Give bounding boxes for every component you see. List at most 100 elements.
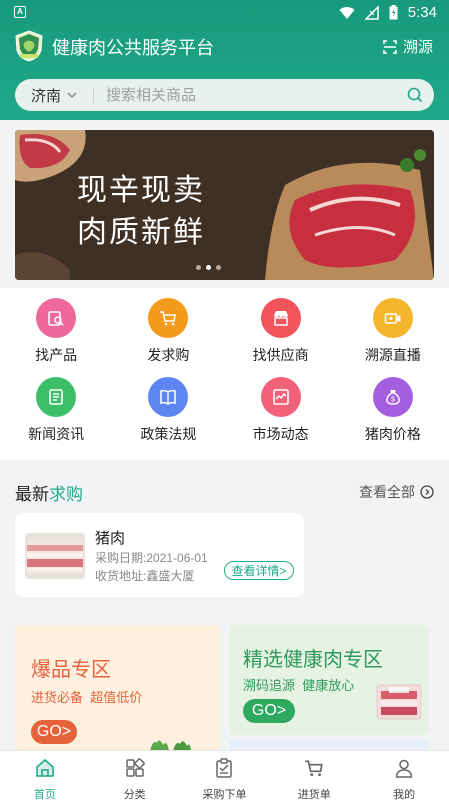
- search-bar: 济南: [15, 79, 434, 111]
- notification-icon: A: [14, 6, 26, 18]
- grid-item-label: 找供应商: [252, 347, 309, 363]
- battery-icon: [389, 5, 398, 20]
- hot-products-zone[interactable]: 爆品专区 进货必备 超值低价 GO>: [15, 625, 220, 750]
- trace-label: 溯源: [402, 39, 433, 56]
- supplier-store-icon: [260, 298, 301, 338]
- healthy-zone-title: 精选健康肉专区: [243, 649, 383, 671]
- packaged-meat-image: [376, 684, 422, 720]
- healthy-meat-zone[interactable]: 精选健康肉专区 溯码追源 健康放心 GO>: [229, 625, 429, 735]
- hot-zone-go-button[interactable]: GO>: [31, 720, 77, 744]
- request-product-name: 猪肉: [95, 530, 126, 547]
- cart-icon: [148, 298, 189, 338]
- request-date-value: 2021-06-01: [146, 551, 208, 565]
- trace-button[interactable]: 溯源: [383, 36, 433, 57]
- chevron-right-circle-icon: [420, 485, 434, 499]
- scan-icon: [383, 39, 397, 54]
- banner-dot-active: [206, 265, 211, 270]
- request-date-label: 采购日期:: [95, 551, 147, 565]
- book-icon: [148, 377, 189, 417]
- top-header-area: A 5:34 健康肉公共服务平台 溯源 济南: [0, 0, 449, 120]
- tab-item[interactable]: 进货单: [269, 751, 359, 800]
- function-grid: 找产品 发求购 找供应商 溯源直播新闻资讯 政策法规 市场动态 $ 猪肉价格: [0, 298, 449, 444]
- banner-line-2: 肉质新鲜: [77, 216, 205, 249]
- cart-icon: [304, 758, 324, 783]
- request-address-label: 收货地址:: [95, 569, 147, 583]
- request-address: 收货地址:鑫盛大厦: [95, 567, 194, 584]
- order-clipboard-icon: [214, 758, 234, 783]
- grid-item[interactable]: 政策法规: [112, 377, 224, 444]
- app-logo-icon: [15, 30, 43, 62]
- app-header: 健康肉公共服务平台 溯源: [0, 28, 449, 64]
- hot-zone-sub-1: 进货必备: [31, 690, 84, 705]
- request-date: 采购日期:2021-06-01: [95, 549, 208, 566]
- healthy-zone-go-button[interactable]: GO>: [243, 699, 295, 723]
- latest-title-accent: 求购: [49, 485, 83, 504]
- app-title: 健康肉公共服务平台: [52, 38, 214, 58]
- city-selector[interactable]: 济南: [15, 85, 93, 106]
- hot-zone-title: 爆品专区: [31, 659, 111, 681]
- status-time: 5:34: [407, 4, 437, 21]
- banner-line-1: 现辛现卖: [77, 174, 205, 207]
- money-bag-icon: $: [372, 377, 413, 417]
- grid-item-label: 新闻资讯: [28, 426, 85, 442]
- banner-dot: [196, 265, 201, 270]
- grid-item[interactable]: 发求购: [112, 298, 224, 365]
- tab-item[interactable]: 我的: [359, 751, 449, 800]
- grid-item-label: 找产品: [35, 347, 78, 363]
- pork-thumbnail: [25, 533, 85, 579]
- status-bar: A 5:34: [0, 0, 449, 26]
- vegetable-icon: [150, 740, 191, 750]
- healthy-zone-sub-2: 健康放心: [302, 678, 355, 693]
- grid-item-label: 溯源直播: [364, 347, 421, 363]
- function-grid-section: 找产品 发求购 找供应商 溯源直播新闻资讯 政策法规 市场动态 $ 猪肉价格: [0, 288, 449, 460]
- home-icon: [35, 758, 55, 783]
- tab-item[interactable]: 分类: [90, 751, 180, 800]
- svg-text:$: $: [391, 397, 395, 404]
- live-video-icon: [372, 298, 413, 338]
- grid-item[interactable]: 市场动态: [225, 377, 337, 444]
- request-address-value: 鑫盛大厦: [146, 569, 195, 583]
- grid-item-label: 猪肉价格: [364, 426, 421, 442]
- category-icon: [125, 758, 145, 783]
- request-card[interactable]: 猪肉 采购日期:2021-06-01 收货地址:鑫盛大厦 查看详情>: [15, 513, 304, 597]
- tab-item[interactable]: 首页: [0, 751, 90, 800]
- grid-item[interactable]: $ 猪肉价格: [337, 377, 449, 444]
- tab-label: 我的: [393, 789, 416, 800]
- tab-label: 分类: [123, 789, 146, 800]
- grid-item[interactable]: 找供应商: [225, 298, 337, 365]
- grid-item[interactable]: 找产品: [0, 298, 112, 365]
- find-product-icon: [36, 298, 77, 338]
- hot-zone-subtitle: 进货必备 超值低价: [31, 687, 142, 706]
- banner-dot: [216, 265, 221, 270]
- grid-item-label: 政策法规: [140, 426, 197, 442]
- chevron-down-icon: [67, 92, 77, 98]
- hot-zone-sub-2: 超值低价: [90, 690, 143, 705]
- banner-title: 现辛现卖 肉质新鲜: [77, 170, 205, 254]
- view-all-button[interactable]: 查看全部: [359, 482, 434, 502]
- search-icon[interactable]: [396, 87, 434, 103]
- healthy-zone-subtitle: 溯码追源 健康放心: [243, 675, 354, 694]
- bottom-tab-bar: 首页 分类 采购下单 进货单 我的: [0, 750, 449, 800]
- search-input[interactable]: [94, 86, 396, 104]
- market-trend-icon: [260, 377, 301, 417]
- tab-label: 进货单: [297, 789, 331, 800]
- grid-item-label: 发求购: [147, 347, 190, 363]
- city-label: 济南: [31, 87, 62, 105]
- tab-label: 首页: [33, 789, 56, 800]
- promo-banner[interactable]: 现辛现卖 肉质新鲜: [15, 130, 434, 280]
- grid-item[interactable]: 溯源直播: [337, 298, 449, 365]
- profile-icon: [394, 758, 414, 783]
- news-icon: [36, 377, 77, 417]
- status-icons: 5:34: [339, 4, 437, 21]
- view-all-label: 查看全部: [359, 484, 415, 500]
- tab-label: 采购下单: [202, 789, 247, 800]
- latest-title: 最新求购: [15, 480, 83, 505]
- grid-item-label: 市场动态: [252, 426, 309, 442]
- healthy-zone-sub-1: 溯码追源: [243, 678, 296, 693]
- signal-icon: [364, 5, 379, 20]
- tab-item[interactable]: 采购下单: [180, 751, 270, 800]
- view-details-button[interactable]: 查看详情>: [224, 561, 294, 580]
- wifi-icon: [339, 6, 355, 19]
- grid-item[interactable]: 新闻资讯: [0, 377, 112, 444]
- banner-pagination: [196, 265, 221, 270]
